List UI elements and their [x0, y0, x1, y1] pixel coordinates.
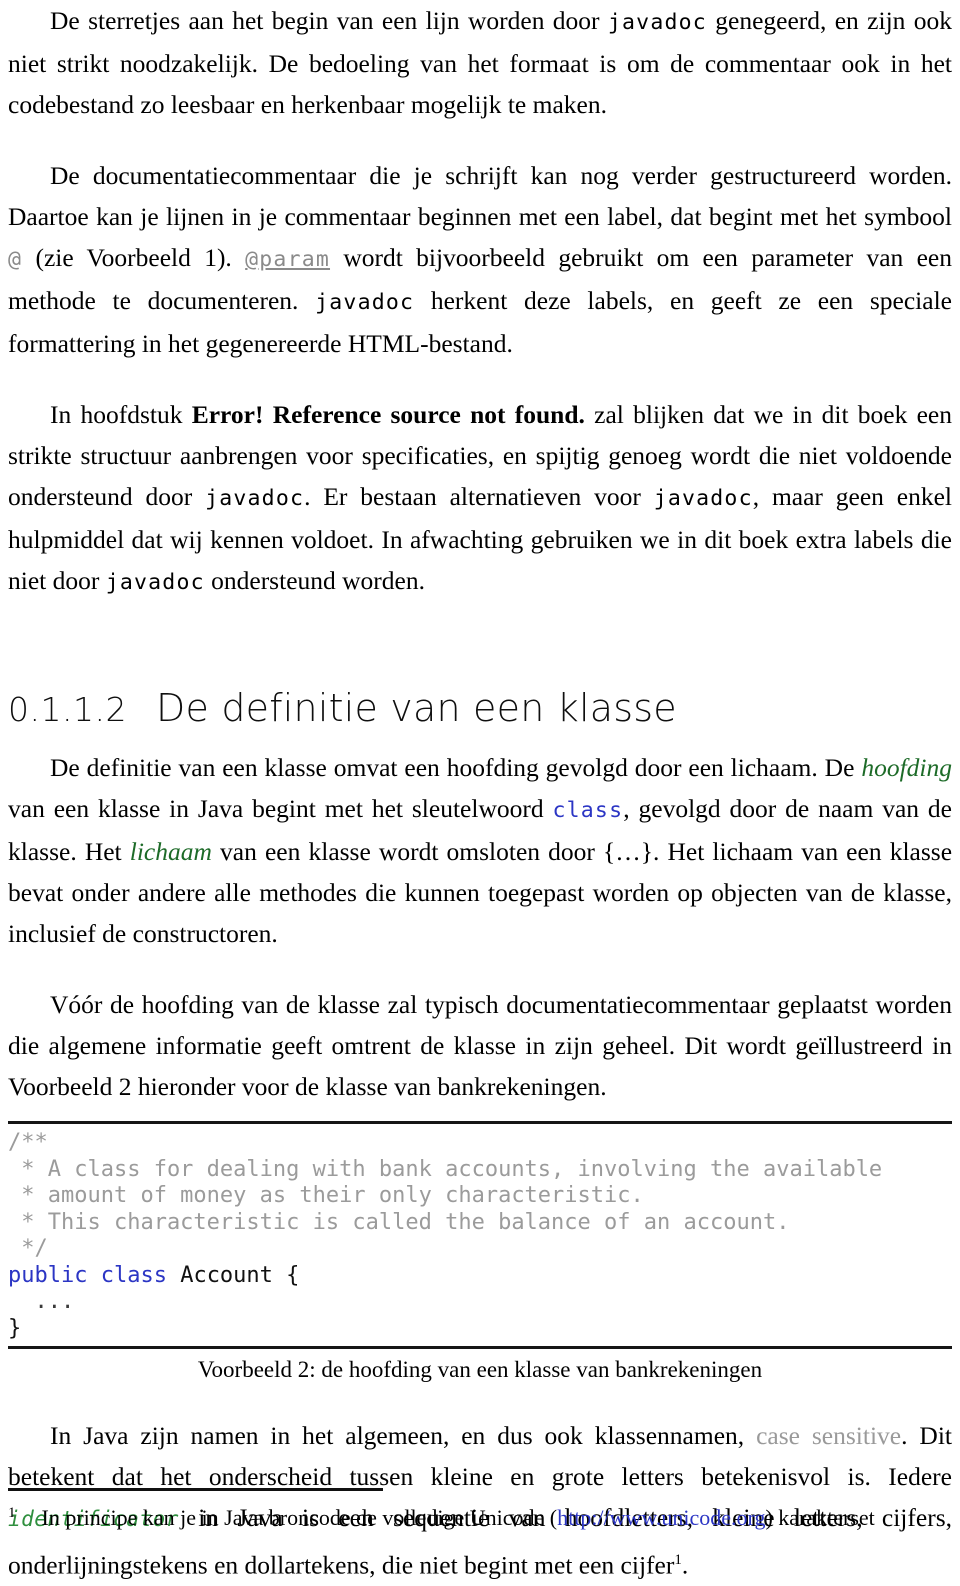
inline-code-class-keyword: class	[552, 798, 624, 823]
footnote-number: 1	[8, 1505, 16, 1521]
inline-code-javadoc: javadoc	[315, 290, 415, 315]
inline-code-at-symbol: @	[8, 247, 23, 272]
p2-text-a: De documentatiecommentaar die je schrijf…	[8, 161, 952, 231]
p6-text-a: In Java zijn namen in het algemeen, en d…	[50, 1421, 757, 1450]
section-title-text: De definitie van een klasse	[156, 686, 677, 730]
code-line-closing-brace: }	[8, 1315, 22, 1341]
footnote-text-b: ) karakterset	[765, 1505, 875, 1530]
page-title: 0.1.1.2 De definitie van een klasse	[8, 685, 952, 733]
paragraph-javadoc-stars: De sterretjes aan het begin van een lijn…	[8, 0, 952, 125]
emphasis-case-sensitive: case sensitive	[756, 1421, 902, 1450]
code-class-name-and-brace: Account {	[166, 1262, 300, 1288]
code-line: /**	[8, 1130, 48, 1155]
inline-code-param-tag: @param	[245, 247, 331, 272]
document-page: De sterretjes aan het begin van een lijn…	[0, 0, 960, 1580]
footnote-separator-rule	[8, 1488, 383, 1491]
p3-text-e: ondersteund worden.	[204, 566, 425, 595]
code-line: * amount of money as their only characte…	[8, 1183, 644, 1208]
p6-text-d: .	[681, 1550, 689, 1580]
p4-text-a: De definitie van een klasse omvat een ho…	[50, 753, 862, 782]
p1-text-a: De sterretjes aan het begin van een lijn…	[50, 6, 608, 35]
inline-code-javadoc: javadoc	[607, 10, 707, 35]
footnote-text-a: In principe kan je in Java broncode de v…	[41, 1505, 558, 1530]
p3-text-c: . Er bestaan alternatieven voor	[304, 482, 654, 511]
paragraph-labels: De documentatiecommentaar die je schrijf…	[8, 155, 952, 364]
broken-reference-text: Error! Reference source not found.	[191, 400, 585, 429]
emphasis-lichaam: lichaam	[129, 837, 212, 866]
code-keyword-public-class: public class	[8, 1262, 167, 1288]
code-line: * A class for dealing with bank accounts…	[8, 1156, 883, 1182]
unicode-org-link[interactable]: http://www.unicode.org	[557, 1505, 765, 1530]
code-line-class-declaration: public class Account {	[8, 1263, 952, 1290]
p3-text-a: In hoofdstuk	[50, 400, 192, 429]
p2-text-b: (zie Voorbeeld 1).	[22, 243, 246, 272]
figure-caption: Voorbeeld 2: de hoofding van een klasse …	[197, 1357, 763, 1382]
code-line-ellipsis: ...	[8, 1289, 75, 1314]
footnote-body: In principe kan je in Java broncode de v…	[42, 1503, 875, 1533]
paragraph-specificaties: In hoofdstuk Error! Reference source not…	[8, 394, 952, 603]
emphasis-hoofding: hoofding	[861, 753, 952, 782]
inline-code-javadoc: javadoc	[653, 486, 753, 511]
p5-text-a: Vóór de hoofding van de klasse zal typis…	[8, 990, 952, 1101]
section-number: 0.1.1.2	[8, 690, 127, 729]
code-example-block: /** * A class for dealing with bank acco…	[8, 1121, 952, 1349]
paragraph-klasse-definitie: De definitie van een klasse omvat een ho…	[8, 747, 952, 954]
footnote-reference-marker[interactable]: 1	[674, 1552, 682, 1568]
inline-code-javadoc: javadoc	[205, 486, 305, 511]
code-line: * This characteristic is called the bala…	[8, 1209, 790, 1235]
footnote-area: 1 In principe kan je in Java broncode de …	[8, 1488, 952, 1533]
code-line: */	[8, 1236, 48, 1261]
p4-text-b: van een klasse in Java begint met het sl…	[8, 794, 553, 823]
paragraph-documentatiecommentaar: Vóór de hoofding van de klasse zal typis…	[8, 984, 952, 1107]
inline-code-javadoc: javadoc	[105, 570, 205, 595]
footnote-text: 1 In principe kan je in Java broncode de …	[8, 1503, 952, 1533]
